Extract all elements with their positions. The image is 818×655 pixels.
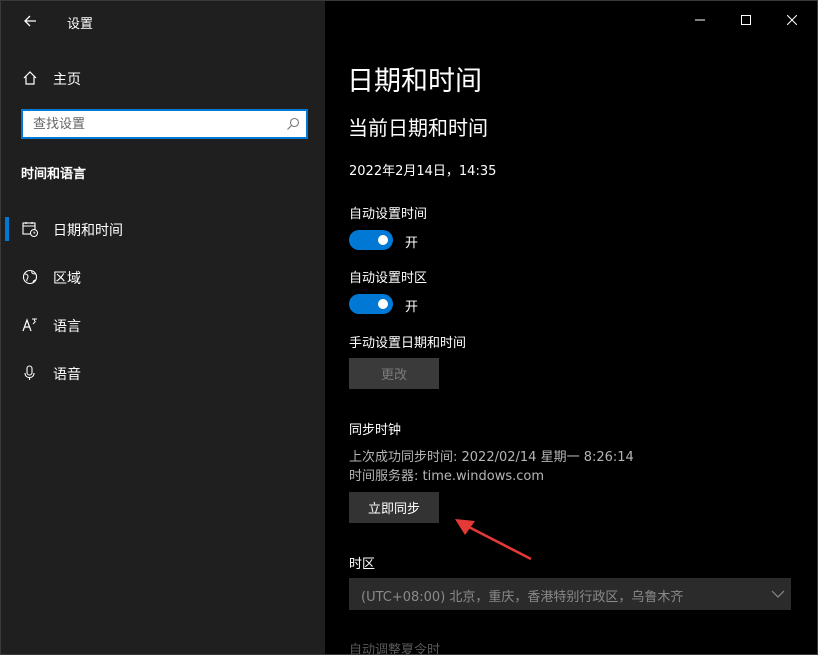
change-button: 更改	[349, 358, 439, 389]
auto-time-state: 开	[405, 236, 419, 251]
section-heading: 时间和语言	[21, 167, 87, 182]
active-indicator	[5, 217, 9, 241]
annotation-arrow-icon	[455, 519, 532, 561]
back-button[interactable]	[15, 7, 45, 35]
sidebar: 设置 主页 时间和语言 日期和时间	[1, 1, 325, 654]
language-icon	[22, 318, 37, 332]
close-icon	[787, 15, 797, 25]
main-content: 日期和时间 当前日期和时间 2022年2月14日，14:35 自动设置时间 开 …	[325, 1, 817, 655]
sync-now-button[interactable]: 立即同步	[349, 492, 439, 523]
timezone-label: 时区	[349, 557, 376, 572]
sidebar-item-label: 主页	[53, 72, 81, 88]
sidebar-item-home[interactable]: 主页	[1, 61, 325, 95]
time-server-text: 时间服务器: time.windows.com	[349, 469, 545, 484]
search-icon[interactable]	[286, 117, 300, 131]
auto-timezone-toggle[interactable]	[349, 294, 393, 314]
settings-window: 设置 主页 时间和语言 日期和时间	[0, 0, 818, 655]
app-title: 设置	[67, 17, 94, 32]
home-icon	[23, 71, 37, 85]
search-box[interactable]	[21, 109, 308, 139]
search-input[interactable]	[33, 115, 273, 133]
maximize-button[interactable]	[723, 1, 769, 39]
globe-icon	[22, 269, 38, 285]
calendar-clock-icon	[22, 222, 38, 237]
sidebar-item-speech[interactable]: 语音	[1, 353, 325, 393]
sidebar-item-language[interactable]: 语言	[1, 305, 325, 345]
maximize-icon	[741, 15, 751, 25]
auto-time-label: 自动设置时间	[349, 207, 428, 222]
sidebar-item-label: 语言	[53, 319, 81, 335]
sidebar-item-date-time[interactable]: 日期和时间	[1, 209, 325, 249]
sync-heading: 同步时钟	[349, 423, 402, 438]
page-title: 日期和时间	[347, 66, 482, 97]
back-arrow-icon	[24, 15, 36, 27]
sidebar-item-label: 区域	[53, 271, 81, 287]
chevron-down-icon	[771, 590, 785, 598]
last-sync-text: 上次成功同步时间: 2022/02/14 星期一 8:26:14	[349, 450, 634, 465]
current-datetime: 2022年2月14日，14:35	[349, 164, 497, 179]
toggle-knob	[378, 299, 388, 309]
manual-datetime-label: 手动设置日期和时间	[349, 336, 467, 351]
sidebar-item-label: 日期和时间	[53, 223, 123, 239]
dst-label: 自动调整夏令时	[349, 643, 441, 655]
microphone-icon	[24, 365, 35, 380]
close-button[interactable]	[769, 1, 815, 39]
auto-time-toggle[interactable]	[349, 230, 393, 250]
timezone-dropdown[interactable]: (UTC+08:00) 北京，重庆，香港特别行政区，乌鲁木齐	[349, 578, 791, 610]
minimize-button[interactable]	[677, 1, 723, 39]
sidebar-item-label: 语音	[53, 367, 81, 383]
minimize-icon	[695, 19, 705, 21]
auto-timezone-label: 自动设置时区	[349, 271, 428, 286]
timezone-value: (UTC+08:00) 北京，重庆，香港特别行政区，乌鲁木齐	[361, 590, 684, 605]
sidebar-item-region[interactable]: 区域	[1, 257, 325, 297]
toggle-knob	[378, 235, 388, 245]
auto-timezone-state: 开	[405, 300, 419, 315]
current-datetime-heading: 当前日期和时间	[348, 116, 488, 140]
